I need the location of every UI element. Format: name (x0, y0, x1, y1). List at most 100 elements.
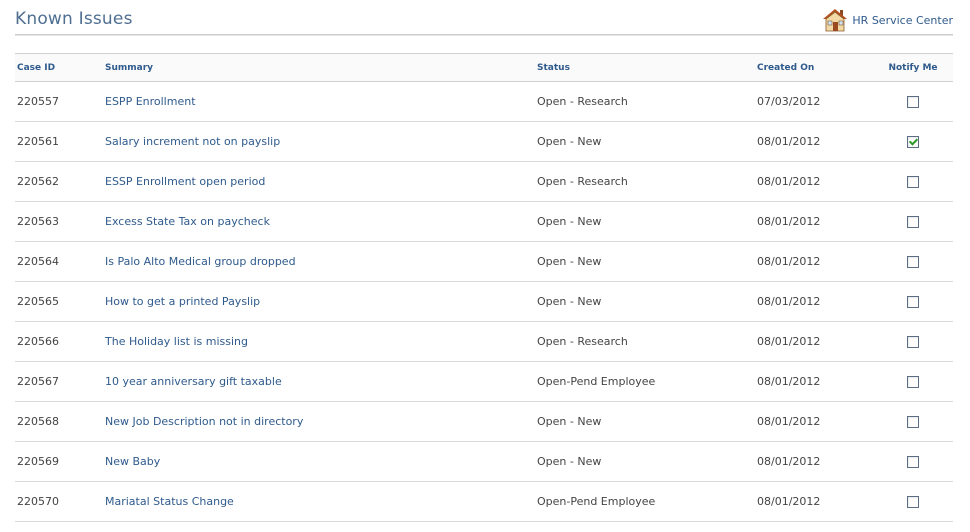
case-id-cell: 220570 (15, 481, 103, 522)
notify-me-checkbox[interactable] (907, 456, 919, 468)
status-cell: Open-Pend Employee (535, 481, 755, 522)
summary-link[interactable]: Is Palo Alto Medical group dropped (105, 255, 296, 268)
notify-me-checkbox[interactable] (907, 376, 919, 388)
column-header-case-id[interactable]: Case ID (15, 53, 103, 82)
case-id-cell: 220564 (15, 241, 103, 282)
summary-link[interactable]: 10 year anniversary gift taxable (105, 375, 282, 388)
notify-me-checkbox[interactable] (907, 296, 919, 308)
created-on-cell: 08/01/2012 (755, 441, 873, 482)
house-icon (822, 7, 848, 33)
summary-cell: Excess State Tax on paycheck (103, 201, 535, 242)
status-cell: Open - Research (535, 81, 755, 122)
status-cell: Open - New (535, 441, 755, 482)
summary-link[interactable]: Salary increment not on payslip (105, 135, 280, 148)
notify-me-checkbox[interactable] (907, 136, 919, 148)
notify-me-cell (873, 361, 953, 402)
summary-link[interactable]: ESSP Enrollment open period (105, 175, 265, 188)
table-row: 220568 New Job Description not in directo… (15, 401, 953, 442)
status-cell: Open - New (535, 121, 755, 162)
notify-me-checkbox[interactable] (907, 96, 919, 108)
status-cell: Open - New (535, 281, 755, 322)
summary-cell: ESSP Enrollment open period (103, 161, 535, 202)
notify-me-checkbox[interactable] (907, 256, 919, 268)
column-header-summary[interactable]: Summary (103, 53, 535, 82)
page-title: Known Issues (15, 9, 133, 29)
summary-cell: Is Palo Alto Medical group dropped (103, 241, 535, 282)
table-row: 220566 The Holiday list is missing Open - … (15, 321, 953, 362)
case-id-cell: 220565 (15, 281, 103, 322)
table-row: 220570 Mariatal Status Change Open-Pend Em… (15, 481, 953, 522)
notify-me-checkbox[interactable] (907, 336, 919, 348)
created-on-cell: 08/01/2012 (755, 281, 873, 322)
summary-link[interactable]: Excess State Tax on paycheck (105, 215, 270, 228)
status-cell: Open - Research (535, 161, 755, 202)
table-row: 220564 Is Palo Alto Medical group dropped… (15, 241, 953, 282)
table-row: 220565 How to get a printed Payslip Open -… (15, 281, 953, 322)
created-on-cell: 08/01/2012 (755, 361, 873, 402)
title-divider (15, 34, 953, 36)
created-on-cell: 08/01/2012 (755, 201, 873, 242)
created-on-cell: 08/01/2012 (755, 481, 873, 522)
notify-me-cell (873, 441, 953, 482)
summary-cell: Mariatal Status Change (103, 481, 535, 522)
created-on-cell: 08/01/2012 (755, 241, 873, 282)
summary-link[interactable]: How to get a printed Payslip (105, 295, 260, 308)
summary-cell: The Holiday list is missing (103, 321, 535, 362)
notify-me-checkbox[interactable] (907, 416, 919, 428)
case-id-cell: 220569 (15, 441, 103, 482)
notify-me-cell (873, 201, 953, 242)
created-on-cell: 08/01/2012 (755, 161, 873, 202)
status-cell: Open - Research (535, 321, 755, 362)
hr-service-center-link[interactable]: HR Service Center (822, 7, 953, 33)
case-id-cell: 220561 (15, 121, 103, 162)
summary-link[interactable]: New Job Description not in directory (105, 415, 303, 428)
notify-me-cell (873, 281, 953, 322)
table-row: 220562 ESSP Enrollment open period Open - … (15, 161, 953, 202)
case-id-cell: 220568 (15, 401, 103, 442)
hr-service-center-label: HR Service Center (852, 13, 953, 27)
summary-link[interactable]: New Baby (105, 455, 160, 468)
summary-cell: Salary increment not on payslip (103, 121, 535, 162)
notify-me-cell (873, 481, 953, 522)
notify-me-cell (873, 321, 953, 362)
created-on-cell: 08/01/2012 (755, 121, 873, 162)
case-id-cell: 220567 (15, 361, 103, 402)
case-id-cell: 220563 (15, 201, 103, 242)
case-id-cell: 220566 (15, 321, 103, 362)
column-header-status[interactable]: Status (535, 53, 755, 82)
created-on-cell: 08/01/2012 (755, 321, 873, 362)
notify-me-cell (873, 161, 953, 202)
notify-me-cell (873, 401, 953, 442)
case-id-cell: 220557 (15, 81, 103, 122)
notify-me-cell (873, 81, 953, 122)
notify-me-cell (873, 121, 953, 162)
status-cell: Open-Pend Employee (535, 361, 755, 402)
column-header-created-on[interactable]: Created On (755, 53, 873, 82)
table-header-row: Case ID Summary Status Created On Notify… (15, 53, 953, 82)
summary-link[interactable]: Mariatal Status Change (105, 495, 234, 508)
table-row: 220569 New Baby Open - New 08/01/2012 (15, 441, 953, 482)
created-on-cell: 08/01/2012 (755, 401, 873, 442)
summary-cell: How to get a printed Payslip (103, 281, 535, 322)
column-header-notify-me: Notify Me (873, 53, 953, 82)
table-row: 220567 10 year anniversary gift taxable Op… (15, 361, 953, 402)
table-row: 220563 Excess State Tax on paycheck Open -… (15, 201, 953, 242)
notify-me-checkbox[interactable] (907, 216, 919, 228)
table-row: 220557 ESPP Enrollment Open - Research 07/0… (15, 81, 953, 122)
notify-me-checkbox[interactable] (907, 176, 919, 188)
status-cell: Open - New (535, 241, 755, 282)
notify-me-cell (873, 241, 953, 282)
summary-link[interactable]: The Holiday list is missing (105, 335, 248, 348)
case-id-cell: 220562 (15, 161, 103, 202)
summary-link[interactable]: ESPP Enrollment (105, 95, 196, 108)
known-issues-table: Case ID Summary Status Created On Notify… (15, 53, 953, 522)
summary-cell: New Baby (103, 441, 535, 482)
table-row: 220561 Salary increment not on payslip Ope… (15, 121, 953, 162)
summary-cell: ESPP Enrollment (103, 81, 535, 122)
created-on-cell: 07/03/2012 (755, 81, 873, 122)
summary-cell: 10 year anniversary gift taxable (103, 361, 535, 402)
summary-cell: New Job Description not in directory (103, 401, 535, 442)
status-cell: Open - New (535, 401, 755, 442)
notify-me-checkbox[interactable] (907, 496, 919, 508)
status-cell: Open - New (535, 201, 755, 242)
